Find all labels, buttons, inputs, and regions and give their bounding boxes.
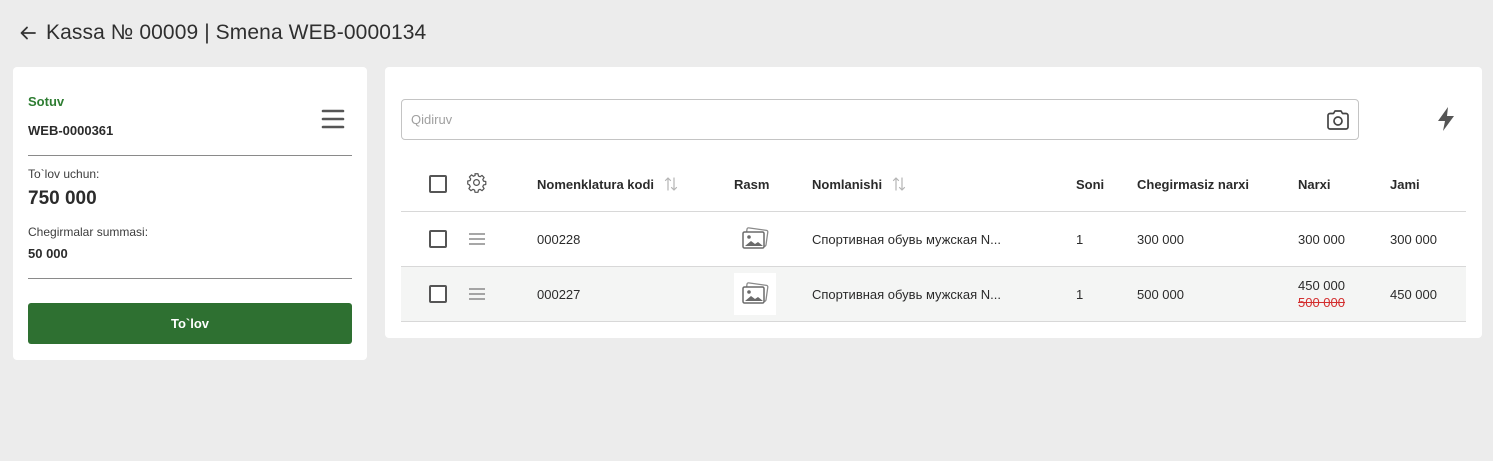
select-all-cell bbox=[429, 157, 447, 211]
drag-handle-icon[interactable] bbox=[468, 267, 486, 321]
arrow-left-icon[interactable] bbox=[18, 23, 38, 43]
row-price: 300 000 bbox=[1298, 231, 1345, 247]
column-settings-cell bbox=[466, 157, 487, 211]
table-header: Nomenklatura kodi Rasm Nomlanishi Soni C… bbox=[401, 157, 1466, 212]
sale-summary-card: Sotuv WEB-0000361 To`lov uchun: 750 000 … bbox=[13, 67, 367, 360]
row-price-no-discount: 300 000 bbox=[1137, 231, 1184, 247]
sort-arrows-icon[interactable] bbox=[891, 176, 907, 192]
column-header-qty: Soni bbox=[1076, 176, 1105, 192]
pay-amount-label: To`lov uchun: bbox=[28, 167, 100, 181]
row-name: Спортивная обувь мужская N... bbox=[812, 286, 1001, 302]
divider bbox=[28, 155, 352, 156]
sort-arrows-icon[interactable] bbox=[663, 176, 679, 192]
products-card: Nomenklatura kodi Rasm Nomlanishi Soni C… bbox=[385, 67, 1482, 338]
image-placeholder-icon bbox=[734, 218, 776, 260]
pay-button[interactable]: To`lov bbox=[28, 303, 352, 344]
row-total: 300 000 bbox=[1390, 231, 1437, 247]
column-header-name-label: Nomlanishi bbox=[812, 176, 883, 192]
row-image-cell bbox=[734, 267, 776, 321]
column-header-code-label: Nomenklatura kodi bbox=[537, 176, 655, 192]
table-row[interactable]: 000227 Спортивная обувь мужская N... 1 5… bbox=[401, 267, 1466, 322]
column-header-total: Jami bbox=[1390, 176, 1420, 192]
row-price-no-discount: 500 000 bbox=[1137, 286, 1184, 302]
row-old-price: 500 000 bbox=[1298, 295, 1345, 310]
select-all-checkbox[interactable] bbox=[429, 175, 447, 193]
row-code: 000227 bbox=[537, 286, 581, 302]
row-total: 450 000 bbox=[1390, 286, 1437, 302]
row-image-cell bbox=[734, 212, 776, 266]
column-header-image: Rasm bbox=[734, 176, 770, 192]
discount-sum-value: 50 000 bbox=[28, 246, 68, 261]
price-stack: 450 000 500 000 bbox=[1298, 277, 1345, 311]
row-checkbox[interactable] bbox=[429, 285, 447, 303]
row-select-cell bbox=[429, 267, 447, 321]
row-code: 000228 bbox=[537, 231, 581, 247]
row-checkbox[interactable] bbox=[429, 230, 447, 248]
column-header-price: Narxi bbox=[1298, 176, 1331, 192]
image-placeholder-icon bbox=[734, 273, 776, 315]
row-price-cell: 450 000 500 000 bbox=[1298, 267, 1345, 321]
page-header: Kassa № 00009 | Smena WEB-0000134 bbox=[18, 20, 426, 46]
row-name: Спортивная обувь мужская N... bbox=[812, 231, 1001, 247]
discount-sum-label: Chegirmalar summasi: bbox=[28, 225, 149, 239]
search-box bbox=[401, 99, 1359, 140]
row-qty: 1 bbox=[1076, 231, 1084, 247]
gear-icon[interactable] bbox=[466, 172, 487, 196]
table-row[interactable]: 000228 Спортивная обувь мужская N... 1 3… bbox=[401, 212, 1466, 267]
sale-type-label: Sotuv bbox=[28, 94, 65, 109]
pay-amount-value: 750 000 bbox=[28, 188, 97, 209]
column-header-code[interactable]: Nomenklatura kodi bbox=[537, 157, 679, 211]
lightning-bolt-icon[interactable] bbox=[1435, 106, 1457, 132]
divider bbox=[28, 278, 352, 279]
drag-handle-icon[interactable] bbox=[468, 212, 486, 266]
page-title: Kassa № 00009 | Smena WEB-0000134 bbox=[46, 21, 427, 44]
row-select-cell bbox=[429, 212, 447, 266]
products-table: Nomenklatura kodi Rasm Nomlanishi Soni C… bbox=[401, 157, 1466, 322]
search-input[interactable] bbox=[411, 100, 1311, 139]
hamburger-menu-icon[interactable] bbox=[321, 108, 345, 130]
column-header-price-no-discount: Chegirmasiz narxi bbox=[1137, 176, 1249, 192]
column-header-name[interactable]: Nomlanishi bbox=[812, 157, 907, 211]
row-qty: 1 bbox=[1076, 286, 1084, 302]
row-price: 450 000 bbox=[1298, 278, 1345, 293]
sale-number: WEB-0000361 bbox=[28, 123, 114, 138]
camera-icon[interactable] bbox=[1325, 108, 1351, 132]
